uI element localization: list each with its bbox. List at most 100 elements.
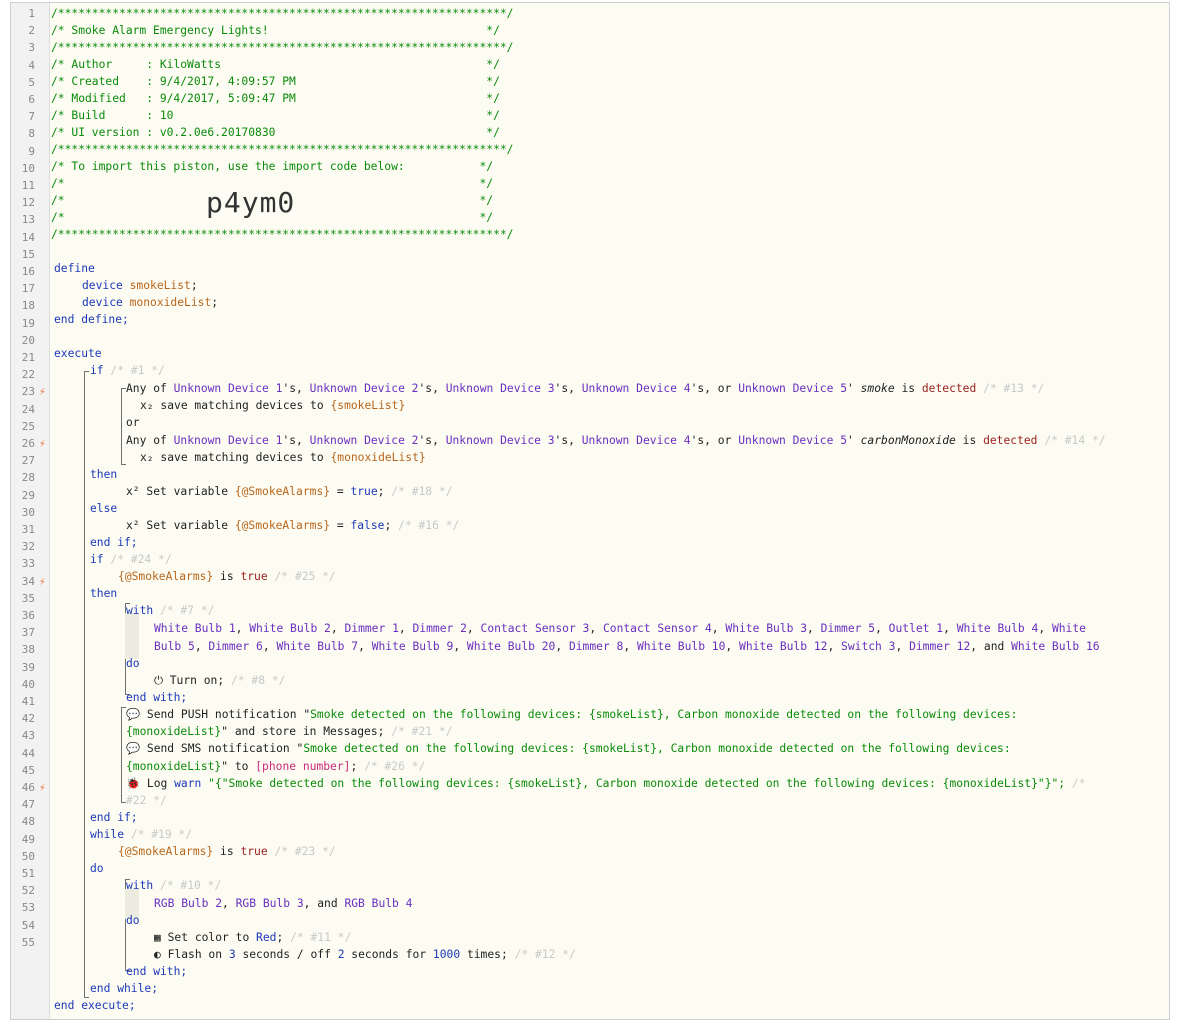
device-name[interactable]: Unknown Device 3 xyxy=(446,382,555,395)
device-name[interactable]: RGB Bulb 4 xyxy=(344,897,412,910)
device-name[interactable]: Unknown Device 4 xyxy=(582,434,691,447)
sms-message: {monoxideList} xyxy=(126,760,222,773)
device-name[interactable]: White Bulb 3 xyxy=(725,622,807,635)
device-name[interactable]: White Bulb 12 xyxy=(739,640,827,653)
sms-notification[interactable]: 💬 Send SMS notification "Smoke detected … xyxy=(126,740,1011,757)
set-variable-false[interactable]: x² Set variable {@SmokeAlarms} = false; … xyxy=(126,517,459,534)
detected-value: detected xyxy=(921,382,977,395)
turn-on-label: Turn on; xyxy=(169,674,225,687)
device-name[interactable]: Dimmer 5 xyxy=(821,622,875,635)
device-name[interactable]: Switch 3 xyxy=(841,640,895,653)
device-name[interactable]: White Bulb 10 xyxy=(637,640,725,653)
monoxide-list-var[interactable]: {monoxideList} xyxy=(330,451,425,464)
device-name[interactable]: Dimmer 8 xyxy=(569,640,623,653)
semicolon: ; xyxy=(211,296,219,309)
device-name[interactable]: Dimmer 6 xyxy=(208,640,262,653)
line-number: 37 xyxy=(21,626,35,640)
detected-value: detected xyxy=(983,434,1038,447)
comment: /* #1 */ xyxy=(110,364,165,377)
device-name[interactable]: White xyxy=(1052,622,1086,635)
with-device-list[interactable]: White Bulb 1, White Bulb 2, Dimmer 1, Di… xyxy=(154,620,1086,637)
log-statement[interactable]: 🐞 Log warn "{"Smoke detected on the foll… xyxy=(126,775,1086,792)
device-name[interactable]: White Bulb 4 xyxy=(957,622,1039,635)
save-matching[interactable]: x₂ save matching devices to {smokeList} xyxy=(140,397,405,414)
monoxide-list-var[interactable]: monoxideList xyxy=(130,296,212,309)
end-while-keyword: end while; xyxy=(90,982,159,995)
device-name[interactable]: White Bulb 1 xyxy=(154,622,236,635)
trigger-bolt-icon: ⚡ xyxy=(39,781,46,794)
line-number: 38 xyxy=(21,643,35,657)
device-name[interactable]: Unknown Device 2 xyxy=(310,434,419,447)
trigger-bolt-icon: ⚡ xyxy=(39,385,46,399)
line-number: 19 xyxy=(21,316,35,330)
device-name[interactable]: White Bulb 20 xyxy=(467,640,555,653)
set-variable-true[interactable]: x² Set variable {@SmokeAlarms} = true; /… xyxy=(126,483,453,500)
end-if-keyword: end if; xyxy=(90,536,138,549)
flash-label: seconds / off xyxy=(235,948,338,961)
device-name[interactable]: Unknown Device 1 xyxy=(174,382,283,395)
smoke-alarms-var[interactable]: {@SmokeAlarms} xyxy=(235,485,330,498)
import-code[interactable]: p4ym0 xyxy=(206,186,295,219)
condition-smoke-alarms[interactable]: {@SmokeAlarms} is true /* #25 */ xyxy=(118,568,336,585)
turn-on-statement[interactable]: ⏻ Turn on; /* #8 */ xyxy=(154,672,285,689)
device-name[interactable]: Dimmer 1 xyxy=(344,622,398,635)
header-line: /***************************************… xyxy=(51,7,514,20)
execute-block-bracket xyxy=(84,371,89,998)
end-if-keyword: end if; xyxy=(90,811,138,824)
device-name[interactable]: RGB Bulb 3 xyxy=(236,897,304,910)
smoke-alarms-var[interactable]: {@SmokeAlarms} xyxy=(118,845,213,858)
end-with-keyword: end with; xyxy=(126,965,188,978)
smoke-list-var[interactable]: smokeList xyxy=(130,279,191,292)
is-keyword: is xyxy=(220,845,234,858)
with-device-list[interactable]: Bulb 5, Dimmer 6, White Bulb 7, White Bu… xyxy=(154,638,1100,655)
device-name[interactable]: Dimmer 2 xyxy=(413,622,467,635)
device-name[interactable]: White Bulb 2 xyxy=(249,622,331,635)
smoke-list-var[interactable]: {smokeList} xyxy=(330,399,405,412)
line-number: 18 xyxy=(21,299,35,313)
device-name[interactable]: Dimmer 12 xyxy=(909,640,970,653)
device-name[interactable]: Unknown Device 5 xyxy=(738,382,847,395)
device-name[interactable]: Outlet 1 xyxy=(889,622,943,635)
with-device-list[interactable]: RGB Bulb 2, RGB Bulb 3, and RGB Bulb 4 xyxy=(154,895,412,912)
device-name[interactable]: Unknown Device 5 xyxy=(738,434,847,447)
line-number: 50 xyxy=(21,849,35,863)
color-icon: ▦ xyxy=(154,931,161,944)
smoke-alarms-var[interactable]: {@SmokeAlarms} xyxy=(235,519,330,532)
smoke-alarms-var[interactable]: {@SmokeAlarms} xyxy=(118,570,213,583)
device-name[interactable]: Unknown Device 2 xyxy=(310,382,419,395)
device-name[interactable]: Bulb 5 xyxy=(154,640,195,653)
line-number: 44 xyxy=(21,746,35,760)
line-number: 25 xyxy=(21,419,35,433)
piston-code-viewer: 1 2 3 4 5 6 7 8 9 10 11 12 13 14 15 16 17 18 19 20 21 22 23 ⚡ 24… xyxy=(10,2,1170,1020)
comment: /* #21 */ xyxy=(391,725,453,738)
save-matching[interactable]: x₂ save matching devices to {monoxideLis… xyxy=(140,449,426,466)
comment: /* #25 */ xyxy=(274,570,336,583)
device-name[interactable]: Unknown Device 3 xyxy=(446,434,555,447)
device-name[interactable]: Unknown Device 4 xyxy=(582,382,691,395)
comment: /* #23 */ xyxy=(274,845,336,858)
equals: = xyxy=(330,485,351,498)
device-name[interactable]: RGB Bulb 2 xyxy=(154,897,222,910)
condition-smoke[interactable]: Any of Unknown Device 1's, Unknown Devic… xyxy=(126,380,1044,397)
device-name[interactable]: White Bulb 7 xyxy=(276,640,358,653)
line-number: 9 xyxy=(28,144,35,158)
separator: 's, xyxy=(282,382,310,395)
device-name[interactable]: White Bulb 9 xyxy=(372,640,454,653)
flash-statement[interactable]: ◐ Flash on 3 seconds / off 2 seconds for… xyxy=(154,946,576,963)
bug-icon: 🐞 xyxy=(126,777,141,790)
set-color-statement[interactable]: ▦ Set color to Red; /* #11 */ xyxy=(154,929,351,946)
device-name[interactable]: White Bulb 16 xyxy=(1011,640,1099,653)
line-number: 41 xyxy=(21,695,35,708)
line-number: 24 xyxy=(21,402,35,416)
condition-smoke-alarms[interactable]: {@SmokeAlarms} is true /* #23 */ xyxy=(118,843,336,860)
phone-number[interactable]: [phone number] xyxy=(255,760,350,773)
condition-carbon[interactable]: Any of Unknown Device 1's, Unknown Devic… xyxy=(126,432,1106,449)
push-notification[interactable]: 💬 Send PUSH notification "Smoke detected… xyxy=(126,706,1017,723)
line-number: 27 xyxy=(21,454,35,468)
device-name[interactable]: Contact Sensor 3 xyxy=(481,622,590,635)
device-name[interactable]: Unknown Device 1 xyxy=(174,434,283,447)
line-number: 20 xyxy=(21,333,35,347)
end-with-keyword: end with; xyxy=(126,691,188,704)
statements-bracket xyxy=(121,707,126,803)
device-name[interactable]: Contact Sensor 4 xyxy=(603,622,712,635)
